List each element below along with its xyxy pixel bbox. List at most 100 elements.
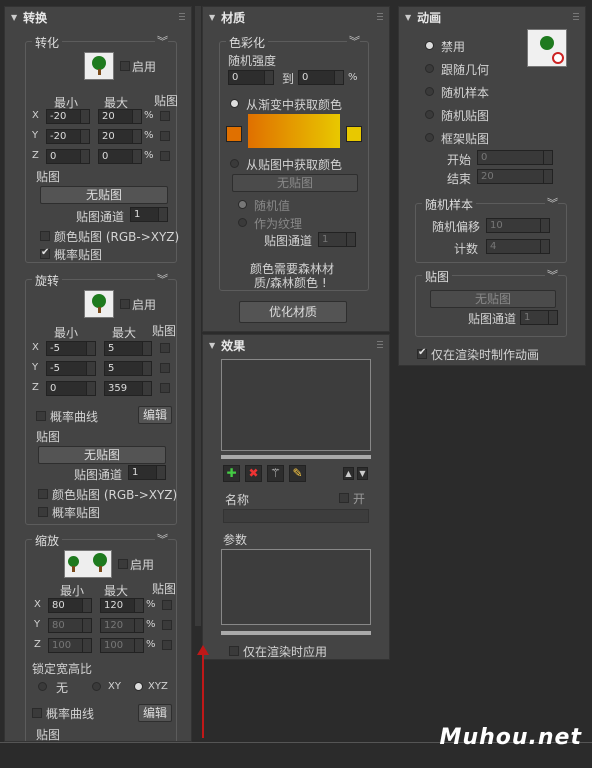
scale-x-max-spinner[interactable]: 120: [100, 598, 144, 613]
params-list-scrollbar[interactable]: [221, 631, 371, 635]
params-list[interactable]: [221, 549, 371, 625]
color-map-checkbox[interactable]: [40, 231, 50, 241]
collapse-triangle-icon: ▼: [405, 12, 412, 22]
no-map-button[interactable]: 无贴图: [232, 174, 358, 192]
enable-checkbox[interactable]: [120, 61, 130, 71]
anim-disabled-radio[interactable]: [425, 41, 434, 50]
no-map-button[interactable]: 无贴图: [40, 186, 168, 204]
rot-y-min-spinner[interactable]: -5: [46, 361, 96, 376]
edit-button[interactable]: 编辑: [138, 406, 172, 424]
move-down-icon[interactable]: ▼: [357, 467, 368, 480]
prob-map-checkbox[interactable]: [38, 507, 48, 517]
prob-curve-checkbox[interactable]: [36, 411, 46, 421]
random-value-radio[interactable]: [238, 200, 247, 209]
lock-xy-radio[interactable]: [92, 682, 101, 691]
from-gradient-radio[interactable]: [230, 99, 239, 108]
random-offset-spinner[interactable]: 10: [486, 218, 550, 233]
rot-z-min-spinner[interactable]: 0: [46, 381, 96, 396]
anim-random-map-radio[interactable]: [425, 110, 434, 119]
map-channel-spinner[interactable]: 1: [318, 232, 356, 247]
rotation-enable-checkbox[interactable]: [120, 299, 130, 309]
start-spinner[interactable]: 0: [477, 150, 553, 165]
as-texture-radio[interactable]: [238, 218, 247, 227]
scale-y-max-spinner[interactable]: 120: [100, 618, 144, 633]
y-max-spinner[interactable]: 20: [98, 129, 142, 144]
grip-icon[interactable]: [377, 13, 383, 21]
anim-render-only-checkbox[interactable]: [417, 347, 427, 359]
effect-on-checkbox[interactable]: [339, 493, 349, 503]
anim-frame-map-radio[interactable]: [425, 133, 434, 142]
chevron-double-icon[interactable]: ︾: [155, 33, 168, 49]
anim-follow-geometry-radio[interactable]: [425, 64, 434, 73]
map-channel-spinner[interactable]: 1: [520, 310, 558, 325]
z-min-spinner[interactable]: 0: [46, 149, 90, 164]
effects-list-scrollbar[interactable]: [221, 455, 371, 459]
edit-script-icon[interactable]: ✎: [289, 465, 306, 482]
rot-y-map-checkbox[interactable]: [160, 363, 170, 373]
rot-z-map-checkbox[interactable]: [160, 383, 170, 393]
count-spinner[interactable]: 4: [486, 239, 550, 254]
z-map-checkbox[interactable]: [160, 151, 170, 161]
chevron-double-icon[interactable]: ︾: [545, 267, 558, 283]
magic-wand-icon[interactable]: ⚚: [267, 465, 284, 482]
map-channel-spinner[interactable]: 1: [130, 207, 168, 222]
anim-random-sample-radio[interactable]: [425, 87, 434, 96]
scale-x-map-checkbox[interactable]: [162, 600, 172, 610]
add-effect-icon[interactable]: ✚: [223, 465, 240, 482]
prob-map-checkbox[interactable]: [40, 247, 50, 259]
scale-x-min-spinner[interactable]: 80: [48, 598, 92, 613]
color-map-checkbox[interactable]: [38, 489, 48, 499]
grip-icon[interactable]: [377, 341, 383, 349]
scale-z-min-spinner[interactable]: 100: [48, 638, 92, 653]
gradient-color-left-swatch[interactable]: [226, 126, 242, 142]
no-map-button[interactable]: 无贴图: [38, 446, 166, 464]
move-up-icon[interactable]: ▲: [343, 467, 354, 480]
rot-x-max-spinner[interactable]: 5: [104, 341, 152, 356]
no-map-button[interactable]: 无贴图: [430, 290, 556, 308]
y-min-spinner[interactable]: -20: [46, 129, 90, 144]
intensity-max-spinner[interactable]: 0: [298, 70, 344, 85]
delete-effect-icon[interactable]: ✖: [245, 465, 262, 482]
rot-z-max-spinner[interactable]: 359: [104, 381, 152, 396]
chevron-double-icon[interactable]: ︾: [545, 195, 558, 211]
scale-y-map-checkbox[interactable]: [162, 620, 172, 630]
edit-button[interactable]: 编辑: [138, 704, 172, 722]
lock-xyz-radio[interactable]: [134, 682, 143, 691]
y-map-checkbox[interactable]: [160, 131, 170, 141]
material-header[interactable]: ▼ 材质: [203, 7, 389, 27]
scale-enable-checkbox[interactable]: [118, 559, 128, 569]
as-texture-label: 作为纹理: [254, 217, 303, 231]
optimize-material-button[interactable]: 优化材质: [239, 301, 347, 323]
animation-header[interactable]: ▼ 动画: [399, 7, 585, 27]
panel-scrollbar[interactable]: [195, 6, 201, 626]
end-spinner[interactable]: 20: [477, 169, 553, 184]
z-max-spinner[interactable]: 0: [98, 149, 142, 164]
lock-none-radio[interactable]: [38, 682, 47, 691]
grip-icon[interactable]: [179, 13, 185, 21]
rot-x-map-checkbox[interactable]: [160, 343, 170, 353]
effects-list[interactable]: [221, 359, 371, 451]
render-only-checkbox[interactable]: [229, 646, 239, 656]
chevron-double-icon[interactable]: ︾: [155, 531, 168, 547]
gradient-bar[interactable]: [248, 114, 340, 148]
rot-x-min-spinner[interactable]: -5: [46, 341, 96, 356]
grip-icon[interactable]: [573, 13, 579, 21]
x-map-checkbox[interactable]: [160, 111, 170, 121]
map-channel-spinner[interactable]: 1: [128, 465, 166, 480]
intensity-min-spinner[interactable]: 0: [228, 70, 274, 85]
x-min-spinner[interactable]: -20: [46, 109, 90, 124]
chevron-double-icon[interactable]: ︾: [155, 271, 168, 287]
chevron-double-icon[interactable]: ︾: [347, 33, 360, 49]
scale-prob-curve-checkbox[interactable]: [32, 708, 42, 718]
gradient-color-right-swatch[interactable]: [346, 126, 362, 142]
effects-header[interactable]: ▼ 效果: [203, 335, 389, 355]
scale-y-min-spinner[interactable]: 80: [48, 618, 92, 633]
x-max-spinner[interactable]: 20: [98, 109, 142, 124]
scale-z-max-spinner[interactable]: 100: [100, 638, 144, 653]
from-map-radio[interactable]: [230, 159, 239, 168]
rot-y-max-spinner[interactable]: 5: [104, 361, 152, 376]
scale-z-map-checkbox[interactable]: [162, 640, 172, 650]
group-label: 旋转: [32, 272, 63, 289]
effect-name-input[interactable]: [223, 509, 369, 523]
transform-header[interactable]: ▼ 转换: [5, 7, 191, 27]
